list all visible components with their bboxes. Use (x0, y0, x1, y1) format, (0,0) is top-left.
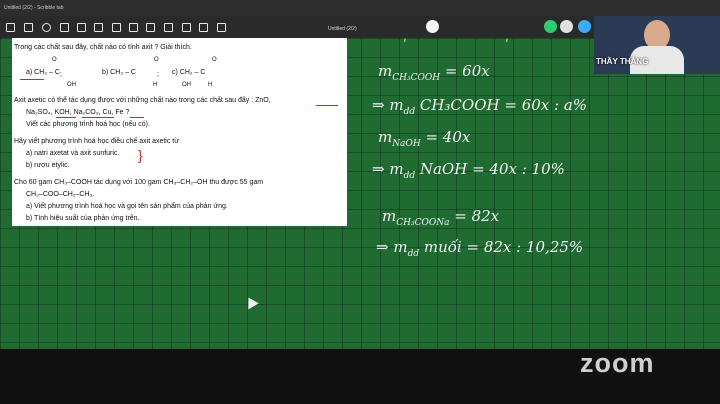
red-underline (316, 105, 338, 106)
yellow-mark: ʹ (505, 38, 509, 54)
eraser-icon[interactable] (112, 23, 121, 32)
q4-b-oxygen: O (154, 57, 159, 63)
red-underline (82, 117, 114, 118)
question-6-a: a) natri axetat và axit sunfuric. (26, 150, 120, 157)
window-title: Untitled (2/2) - Scribble tab (4, 5, 64, 11)
q4-b-h: H (153, 82, 158, 88)
highlighter-icon[interactable] (182, 23, 191, 32)
q4-sep: ; (157, 71, 159, 78)
question-7: Cho 60 gam CH₃–COOH tác dụng với 100 gam… (14, 179, 264, 186)
redo-icon[interactable] (60, 23, 69, 32)
question-7-product: CH₃–COO–CH₂–CH₃. (26, 191, 95, 198)
question-4: Trong các chất sau đây, chất nào có tính… (14, 44, 192, 51)
zoom-logo: zoom (580, 348, 655, 378)
yellow-mark: ʹ (403, 38, 407, 54)
presenter-name: THẦY THẮNG (596, 57, 649, 66)
settings-icon[interactable] (129, 23, 138, 32)
q4-c-oh: OH (182, 82, 191, 88)
red-underline (130, 117, 144, 118)
board-note: mNaOH = 40x (378, 128, 471, 149)
menu-icon[interactable] (6, 23, 15, 32)
undo-icon[interactable] (42, 23, 51, 32)
red-brace-mark: } (138, 147, 143, 163)
worksheet-paper: Trong các chất sau đây, chất nào có tính… (12, 38, 347, 226)
board-note: ⇒ mdd NaOH = 40x : 10% (372, 160, 565, 181)
question-5: Axit axetic có thể tác dụng được với nhữ… (14, 97, 271, 104)
copy-icon[interactable] (77, 23, 86, 32)
shape-icon[interactable] (217, 23, 226, 32)
q4-c-h: H (208, 82, 213, 88)
color-white-button[interactable] (560, 20, 573, 33)
q4-option-b: b) CH₃ – C (102, 69, 136, 76)
question-5-instruction: Viết các phương trình hoá học (nếu có). (26, 121, 150, 128)
paste-icon[interactable] (94, 23, 103, 32)
board-note: mCH₃COONa = 82x (382, 207, 500, 228)
document-title: Untitled (2/2) (328, 26, 357, 32)
question-6-b: b) rượu etylic. (26, 162, 70, 169)
q4-a-oxygen: O (52, 57, 57, 63)
color-green-button[interactable] (544, 20, 557, 33)
board-note: mCH₃COOH = 60x (378, 62, 490, 83)
q4-sep: ; (60, 71, 62, 78)
pen-icon[interactable] (146, 23, 155, 32)
board-note: ⇒ mdd CH₃COOH = 60x : a% (372, 96, 588, 117)
marker-icon[interactable] (164, 23, 173, 32)
webcam-video[interactable]: THẦY THẮNG (594, 16, 720, 74)
window-titlebar: Untitled (2/2) - Scribble tab (0, 0, 720, 16)
q4-c-oxygen: O (212, 57, 217, 63)
text-tool-icon[interactable] (199, 23, 208, 32)
q4-a-oh: OH (67, 82, 76, 88)
red-underline (56, 117, 76, 118)
save-icon[interactable] (24, 23, 33, 32)
mic-icon[interactable] (426, 20, 439, 33)
q4-option-a: a) CH₃ – C (26, 69, 60, 76)
q4-option-c: c) CH₂ – C (172, 69, 206, 76)
question-5-options: Na₂SO₄, KOH, Na₂CO₃, Cu, Fe ? (26, 109, 130, 116)
red-underline (20, 79, 44, 80)
question-7-b: b) Tính hiệu suất của phản ứng trên. (26, 215, 140, 222)
question-6: Hãy viết phương trình hoá học điều chế a… (14, 138, 179, 145)
question-7-a: a) Viết phương trình hoá học và gọi tên … (26, 203, 228, 210)
board-note: ⇒ mdd muối = 82x : 10,25% (376, 238, 584, 259)
color-blue-button[interactable] (578, 20, 591, 33)
